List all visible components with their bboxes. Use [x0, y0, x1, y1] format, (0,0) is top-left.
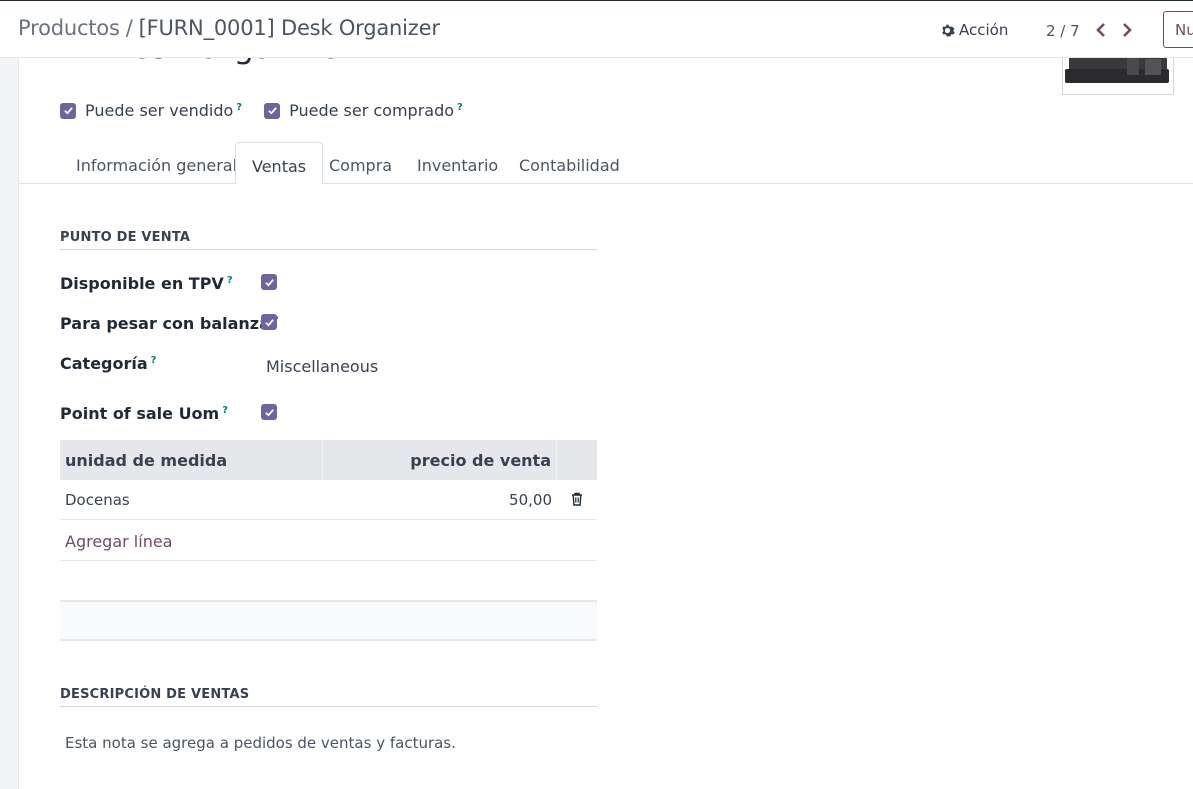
favorite-star-icon[interactable]: ☆	[59, 58, 84, 64]
can-be-purchased-checkbox[interactable]	[264, 102, 281, 119]
table-header: unidad de medida precio de venta	[60, 440, 597, 480]
pos-uom-label: Point of sale Uom?	[60, 404, 228, 423]
check-icon	[264, 318, 274, 327]
product-name[interactable]: Desk Organizer	[106, 58, 352, 66]
control-panel: Productos / [FURN_0001] Desk Organizer Acc…	[0, 0, 1193, 58]
price-cell[interactable]: 50,00	[323, 480, 557, 519]
category-text: Categoría	[60, 354, 148, 373]
uom-cell[interactable]: Docenas	[60, 480, 323, 519]
column-header-actions	[557, 440, 597, 480]
table-footer	[60, 601, 597, 641]
category-field[interactable]: Miscellaneous	[266, 357, 378, 376]
empty-row	[60, 561, 597, 601]
chevron-right-icon	[1123, 23, 1132, 37]
tab-informacion-general[interactable]: Información general	[60, 142, 253, 184]
tab-compra[interactable]: Compra	[313, 142, 408, 184]
can-be-sold-label: Puede ser vendido?	[85, 101, 242, 120]
pos-uom-checkbox[interactable]	[261, 404, 277, 420]
form-sheet: ☆ Desk Organizer Puede ser vendido? Pued…	[18, 58, 1193, 789]
check-icon	[264, 408, 274, 417]
action-label: Acción	[959, 21, 1009, 39]
notebook-tabs: Información general Ventas Compra Invent…	[19, 142, 1193, 185]
title-row: ☆ Desk Organizer	[59, 58, 352, 66]
can-be-purchased-field: Puede ser comprado?	[264, 101, 463, 120]
tab-ventas[interactable]: Ventas	[235, 142, 324, 185]
pos-section-title: PUNTO DE VENTA	[60, 230, 597, 250]
available-in-pos-checkbox[interactable]	[261, 274, 277, 290]
help-tooltip-icon[interactable]: ?	[236, 102, 242, 113]
pager-value[interactable]: 2 / 7	[1046, 22, 1080, 40]
check-icon	[63, 107, 73, 115]
tab-inventario[interactable]: Inventario	[401, 142, 514, 184]
help-tooltip-icon[interactable]: ?	[151, 355, 157, 366]
help-tooltip-icon[interactable]: ?	[457, 102, 463, 113]
add-line-link[interactable]: Agregar línea	[60, 520, 597, 561]
to-weight-text: Para pesar con balanza	[60, 314, 270, 333]
breadcrumb-current: [FURN_0001] Desk Organizer	[138, 16, 440, 40]
can-be-sold-checkbox[interactable]	[60, 102, 76, 119]
pager-next-button[interactable]	[1116, 18, 1138, 42]
to-weight-checkbox[interactable]	[261, 314, 277, 330]
help-tooltip-icon[interactable]: ?	[227, 275, 233, 286]
breadcrumb: Productos / [FURN_0001] Desk Organizer	[18, 16, 440, 40]
breadcrumb-parent-link[interactable]: Productos	[18, 16, 120, 40]
chevron-left-icon	[1096, 23, 1105, 37]
can-be-sold-text: Puede ser vendido	[85, 101, 234, 120]
sale-purchase-checks: Puede ser vendido? Puede ser comprado?	[60, 101, 463, 120]
available-in-pos-text: Disponible en TPV	[60, 274, 224, 293]
column-header-uom[interactable]: unidad de medida	[60, 440, 323, 480]
pager-previous-button[interactable]	[1090, 18, 1112, 42]
to-weight-label: Para pesar con balanza?	[60, 314, 279, 333]
new-button[interactable]: Nu	[1163, 11, 1193, 48]
column-header-price[interactable]: precio de venta	[323, 440, 557, 480]
gear-icon	[942, 24, 955, 36]
check-icon	[264, 278, 274, 287]
help-tooltip-icon[interactable]: ?	[222, 405, 228, 416]
sales-description-title: DESCRIPCIÓN DE VENTAS	[60, 687, 597, 707]
breadcrumb-separator: /	[125, 16, 133, 40]
tab-contabilidad[interactable]: Contabilidad	[503, 142, 636, 184]
available-in-pos-label: Disponible en TPV?	[60, 274, 233, 293]
action-menu-button[interactable]: Acción	[940, 21, 1008, 39]
can-be-purchased-text: Puede ser comprado	[289, 101, 455, 120]
delete-row-button[interactable]	[557, 480, 597, 519]
category-label: Categoría?	[60, 354, 156, 373]
check-icon	[267, 107, 277, 115]
sales-description-field[interactable]: Esta nota se agrega a pedidos de ventas …	[65, 734, 456, 752]
pos-uom-text: Point of sale Uom	[60, 404, 220, 423]
trash-icon	[572, 492, 582, 506]
product-image[interactable]	[1062, 58, 1174, 95]
can-be-purchased-label: Puede ser comprado?	[289, 101, 463, 120]
can-be-sold-field: Puede ser vendido?	[60, 101, 242, 120]
desk-organizer-image	[1065, 58, 1169, 83]
table-row[interactable]: Docenas 50,00	[60, 480, 597, 520]
uom-price-table: unidad de medida precio de venta Docenas…	[60, 440, 597, 641]
